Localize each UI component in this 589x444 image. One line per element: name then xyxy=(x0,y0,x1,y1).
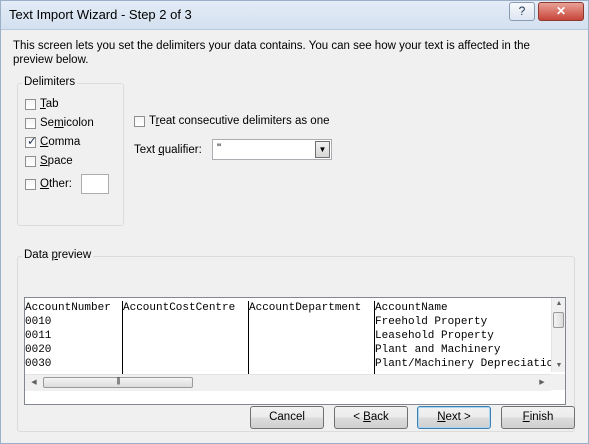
space-checkbox-label: Space xyxy=(40,155,73,167)
delimiters-group: Delimiters Tab Semicolon ✓ Comma Space Ot… xyxy=(17,76,124,226)
tab-checkbox[interactable]: Tab xyxy=(25,97,59,111)
help-button[interactable]: ? xyxy=(509,2,535,21)
text-qualifier-select[interactable]: " ▼ xyxy=(212,139,332,160)
title-bar[interactable]: Text Import Wizard - Step 2 of 3 ? ✕ xyxy=(1,1,588,30)
preview-cell: 0010 xyxy=(25,316,52,328)
preview-cell: 0030 xyxy=(25,358,52,370)
scrollbar-corner xyxy=(551,374,565,390)
help-icon: ? xyxy=(518,4,526,18)
text-qualifier-value: " xyxy=(217,143,222,155)
finish-button[interactable]: Finish xyxy=(501,406,575,429)
preview-cell xyxy=(249,343,374,357)
preview-cell: 0020 xyxy=(25,344,52,356)
preview-cell xyxy=(123,357,248,371)
next-button[interactable]: Next > xyxy=(417,406,491,429)
preview-cell xyxy=(123,329,248,343)
preview-cell: 0011 xyxy=(25,330,52,342)
comma-checkbox[interactable]: ✓ Comma xyxy=(25,135,80,149)
column-header: AccountCostCentre xyxy=(123,302,236,314)
preview-cell: Leasehold Property xyxy=(375,330,494,342)
scroll-right-icon[interactable]: ▶ xyxy=(535,375,549,391)
data-preview-label: Data preview xyxy=(22,249,94,261)
dialog-body: This screen lets you set the delimiters … xyxy=(1,30,588,443)
other-checkbox-box[interactable] xyxy=(25,178,36,190)
preview-cell: Freehold Property xyxy=(375,316,488,328)
chevron-down-icon[interactable]: ▼ xyxy=(315,141,330,158)
consecutive-checkbox-label: Treat consecutive delimiters as one xyxy=(149,115,330,127)
scroll-down-icon[interactable]: ▼ xyxy=(552,360,565,372)
tab-checkbox-box[interactable] xyxy=(25,98,36,110)
preview-cell xyxy=(249,315,374,329)
window-title: Text Import Wizard - Step 2 of 3 xyxy=(9,7,192,22)
preview-column[interactable]: AccountName Freehold Property Leasehold … xyxy=(375,301,551,375)
semicolon-checkbox[interactable]: Semicolon xyxy=(25,116,94,130)
column-header: AccountDepartment xyxy=(249,302,362,314)
checkmark-icon: ✓ xyxy=(27,133,38,148)
preview-column[interactable]: AccountCostCentre xyxy=(123,301,249,375)
horizontal-scrollbar[interactable]: ◀ ||| ▶ xyxy=(25,374,551,391)
preview-grid: AccountNumber 0010 0011 0020 0030 Accoun… xyxy=(25,301,551,375)
delimiters-group-label: Delimiters xyxy=(22,76,78,88)
other-delimiter-input[interactable] xyxy=(80,174,109,194)
scroll-left-icon[interactable]: ◀ xyxy=(27,375,41,391)
comma-checkbox-label: Comma xyxy=(40,136,81,148)
column-header: AccountNumber xyxy=(25,302,111,314)
preview-cell xyxy=(123,343,248,357)
preview-cell: Plant/Machinery Depreciation xyxy=(375,358,551,370)
close-button[interactable]: ✕ xyxy=(538,2,584,21)
column-header: AccountName xyxy=(375,302,448,314)
other-checkbox-label: Other: xyxy=(40,178,72,190)
intro-text: This screen lets you set the delimiters … xyxy=(13,40,530,66)
tab-checkbox-label: Tab xyxy=(40,98,59,110)
space-checkbox[interactable]: Space xyxy=(25,154,73,168)
text-import-wizard-window: Text Import Wizard - Step 2 of 3 ? ✕ Thi… xyxy=(0,0,589,444)
preview-cell xyxy=(123,315,248,329)
vertical-scrollbar[interactable]: ▲ ▼ xyxy=(551,298,565,372)
cancel-button[interactable]: Cancel xyxy=(250,406,324,429)
preview-column[interactable]: AccountDepartment xyxy=(249,301,375,375)
preview-cell: Plant and Machinery xyxy=(375,344,501,356)
comma-checkbox-box[interactable]: ✓ xyxy=(25,133,38,148)
vertical-scroll-thumb[interactable] xyxy=(553,312,564,328)
semicolon-checkbox-label: Semicolon xyxy=(40,117,94,129)
other-checkbox[interactable]: Other: xyxy=(25,174,109,194)
text-qualifier-label: Text qualifier: xyxy=(134,144,202,156)
semicolon-checkbox-box[interactable] xyxy=(25,117,36,129)
preview-cell xyxy=(249,357,374,371)
scroll-up-icon[interactable]: ▲ xyxy=(552,298,565,310)
consecutive-delimiters-checkbox[interactable]: Treat consecutive delimiters as one xyxy=(134,114,330,128)
preview-column[interactable]: AccountNumber 0010 0011 0020 0030 xyxy=(25,301,123,375)
back-button[interactable]: < Back xyxy=(334,406,408,429)
grip-icon: ||| xyxy=(116,376,120,385)
close-icon: ✕ xyxy=(555,4,567,18)
consecutive-checkbox-box[interactable] xyxy=(134,115,145,127)
horizontal-scroll-thumb[interactable]: ||| xyxy=(43,376,193,388)
data-preview-area[interactable]: AccountNumber 0010 0011 0020 0030 Accoun… xyxy=(24,297,566,405)
space-checkbox-box[interactable] xyxy=(25,155,36,167)
preview-cell xyxy=(249,329,374,343)
